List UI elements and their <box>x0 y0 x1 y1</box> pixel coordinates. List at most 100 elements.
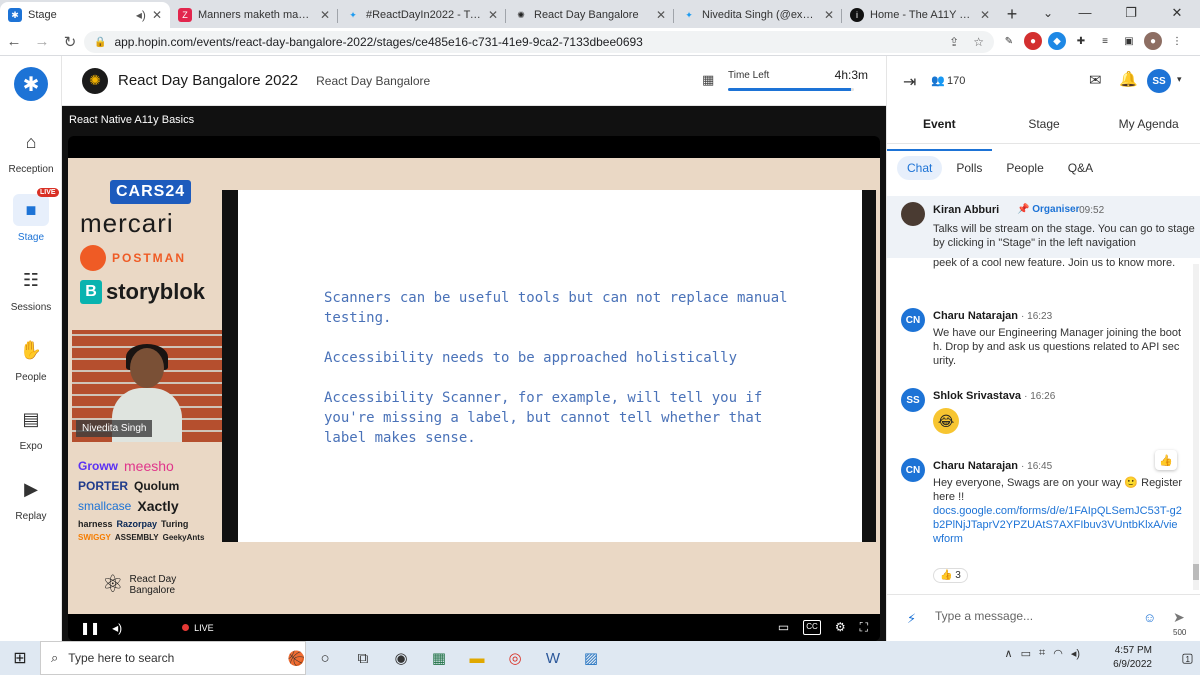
volume-tray-icon[interactable]: ◂) <box>1071 647 1080 660</box>
rail-item-stage[interactable]: ■ LIVE Stage <box>0 188 62 243</box>
spreadsheet-app-icon[interactable]: ▦ <box>420 649 458 667</box>
extension-adblock-icon[interactable]: ● <box>1024 32 1042 50</box>
browser-tab-twitter[interactable]: ✦ #ReactDayIn2022 - Twitter ✕ <box>338 2 506 28</box>
message-link[interactable]: docs.google.com/forms/d/e/1FAIpQLSemJC53… <box>933 505 1182 545</box>
browser-menu-icon[interactable]: ⋮ <box>1168 32 1186 50</box>
url-text[interactable]: app.hopin.com/events/react-day-bangalore… <box>114 35 935 49</box>
mail-icon[interactable]: ✉ <box>1089 71 1102 89</box>
extensions-puzzle-icon[interactable]: ✚ <box>1072 32 1090 50</box>
thumbs-up-icon[interactable]: 👍 <box>1155 450 1177 470</box>
rail-item-people[interactable]: ✋ People <box>0 334 62 384</box>
tab-title: #ReactDayIn2022 - Twitter <box>366 9 482 21</box>
taskbar-search[interactable]: ⌕ Type here to search 🏀 <box>40 641 306 675</box>
close-tab-icon[interactable]: ✕ <box>824 8 834 22</box>
back-icon[interactable]: ← <box>0 33 28 50</box>
speaker-icon[interactable]: ◂) <box>136 8 146 22</box>
restore-icon[interactable]: ❐ <box>1108 0 1154 28</box>
close-tab-icon[interactable]: ✕ <box>980 8 990 22</box>
rail-item-reception[interactable]: ⌂ Reception <box>0 126 62 176</box>
settings-gear-icon[interactable]: ⚙ <box>835 620 846 635</box>
sponsor-smallcase: smallcase <box>78 499 132 513</box>
tab-title: Nivedita Singh (@explore3l <box>702 9 818 21</box>
emoji-picker-icon[interactable]: ☺ <box>1143 610 1156 625</box>
extension-pen-icon[interactable]: ✎ <box>1000 32 1018 50</box>
tab-search-icon[interactable]: ⌄ <box>1036 0 1060 26</box>
close-window-icon[interactable]: ✕ <box>1154 0 1200 28</box>
lock-icon[interactable]: 🔒 <box>94 37 106 48</box>
subtab-qa[interactable]: Q&A <box>1058 156 1103 180</box>
minimize-icon[interactable]: — <box>1062 0 1108 28</box>
close-tab-icon[interactable]: ✕ <box>488 8 498 22</box>
browser-tab-a11y[interactable]: i Home - The A11Y Project ✕ <box>842 2 998 28</box>
tab-my-agenda[interactable]: My Agenda <box>1096 112 1200 143</box>
windows-start-icon[interactable]: ⊞ <box>0 648 40 668</box>
bookmark-star-icon[interactable]: ☆ <box>973 35 984 49</box>
sponsor-porter: PORTER <box>78 479 129 493</box>
time-left-label: Time Left <box>728 70 770 81</box>
close-tab-icon[interactable]: ✕ <box>152 8 162 22</box>
captions-icon[interactable]: CC <box>803 620 821 635</box>
search-placeholder: Type here to search <box>68 651 175 665</box>
message-text: We have our Engineering Manager joining … <box>933 327 1182 367</box>
subtab-chat[interactable]: Chat <box>897 156 943 180</box>
laughing-emoji-icon: 😂 <box>933 408 959 434</box>
chrome-icon[interactable]: ◎ <box>496 649 534 667</box>
reading-list-icon[interactable]: ≡ <box>1096 32 1114 50</box>
user-avatar[interactable]: SS <box>1147 69 1171 93</box>
extension-shield-icon[interactable]: ◆ <box>1048 32 1066 50</box>
browser-tab-nivedita[interactable]: ✦ Nivedita Singh (@explore3l ✕ <box>674 2 842 28</box>
message-input[interactable] <box>935 609 1135 623</box>
cortana-icon[interactable]: ○ <box>306 650 344 667</box>
volume-icon[interactable]: ◂) <box>112 621 122 635</box>
chat-feed[interactable]: peek of a cool new feature. Join us to k… <box>887 258 1200 594</box>
close-tab-icon[interactable]: ✕ <box>656 8 666 22</box>
file-explorer-icon[interactable]: ▬ <box>458 650 496 667</box>
attendees-icon: 👥 <box>931 75 945 87</box>
send-icon[interactable]: ➤ <box>1173 609 1185 626</box>
tab-event[interactable]: Event <box>887 112 992 151</box>
hopin-logo-icon[interactable]: ✱ <box>14 67 48 101</box>
notifications-icon[interactable]: ▢1 <box>1181 650 1193 666</box>
picture-in-picture-icon[interactable]: ▭ <box>778 620 789 635</box>
lightning-icon[interactable]: ⚡ <box>907 611 916 627</box>
storefront-icon: ▤ <box>22 408 40 429</box>
word-app-icon[interactable]: W <box>534 650 572 667</box>
video-player[interactable]: CARS24 mercari POSTMAN Bstoryblok Nivedi… <box>68 136 880 641</box>
photos-app-icon[interactable]: ▨ <box>572 649 610 667</box>
battery-icon[interactable]: ▭ <box>1021 647 1031 660</box>
address-bar[interactable]: 🔒 app.hopin.com/events/react-day-bangalo… <box>84 31 994 53</box>
hopin-favicon-icon: ✱ <box>8 8 22 22</box>
chevron-down-icon[interactable]: ▾ <box>1177 74 1182 85</box>
rail-item-expo[interactable]: ▤ Expo <box>0 403 62 453</box>
new-tab-button[interactable]: + <box>998 2 1026 28</box>
rail-item-replay[interactable]: ▶ Replay <box>0 473 62 523</box>
pause-icon[interactable]: ❚❚ <box>80 621 100 635</box>
network-icon[interactable]: ⌗ <box>1039 647 1045 660</box>
forward-icon[interactable]: → <box>28 33 56 50</box>
message-time: · 16:26 <box>1024 391 1056 402</box>
reload-icon[interactable]: ↻ <box>56 33 84 51</box>
chevron-up-icon[interactable]: ∧ <box>1005 647 1013 660</box>
scrollbar-thumb[interactable] <box>1193 564 1199 580</box>
browser-tab-react-day[interactable]: ✺ React Day Bangalore ✕ <box>506 2 674 28</box>
share-icon[interactable]: ⇪ <box>949 35 959 49</box>
profile-avatar-icon[interactable]: ● <box>1144 32 1162 50</box>
close-tab-icon[interactable]: ✕ <box>320 8 330 22</box>
bell-icon[interactable]: 🔔 <box>1119 70 1138 88</box>
reaction-count[interactable]: 👍 3 <box>933 568 968 583</box>
subtab-people[interactable]: People <box>996 156 1053 180</box>
rail-item-sessions[interactable]: ☷ Sessions <box>0 264 62 314</box>
system-clock[interactable]: 4:57 PM 6/9/2022 <box>1113 644 1152 672</box>
browser-tab-stage[interactable]: ✱ Stage ◂) ✕ <box>0 2 170 28</box>
sponsor-storyblok-label: storyblok <box>106 279 206 304</box>
browser-tab-manners[interactable]: Z Manners maketh man, cultu ✕ <box>170 2 338 28</box>
task-view-icon[interactable]: ⧉ <box>344 650 382 667</box>
app-icon[interactable]: ◉ <box>382 649 420 667</box>
side-panel-icon[interactable]: ▣ <box>1120 32 1138 50</box>
wifi-icon[interactable]: ◠ <box>1053 647 1063 660</box>
subtab-polls[interactable]: Polls <box>946 156 992 180</box>
chat-scrollbar[interactable] <box>1193 264 1199 590</box>
fullscreen-icon[interactable]: ⛶ <box>860 620 868 635</box>
exit-icon[interactable]: ⇥ <box>903 72 916 92</box>
tab-stage[interactable]: Stage <box>992 112 1097 143</box>
